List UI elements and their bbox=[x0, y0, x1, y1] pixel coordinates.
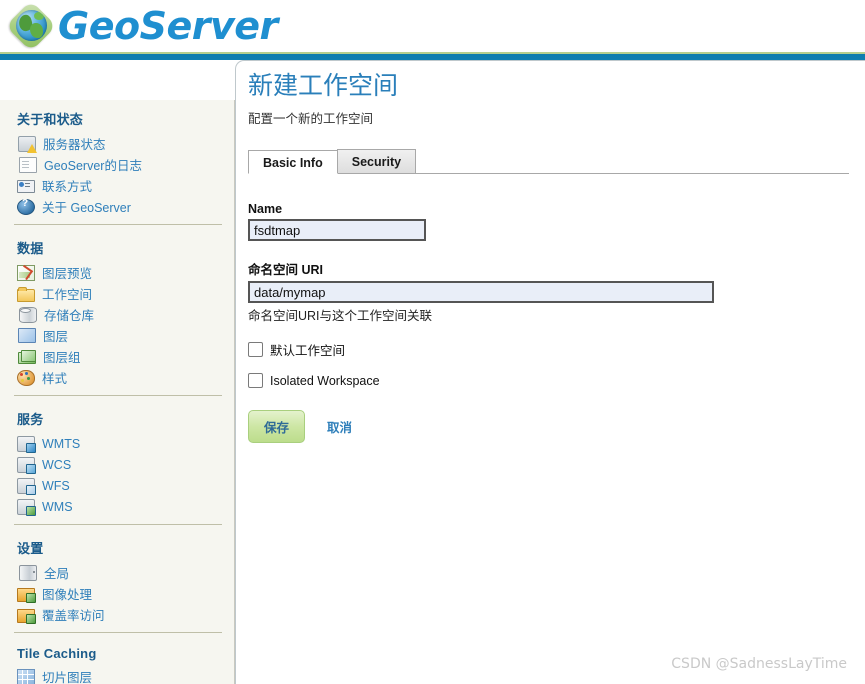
watermark: CSDN @SadnessLayTime bbox=[671, 656, 847, 672]
sidebar-item-label: 工作空间 bbox=[42, 288, 93, 302]
tab-bar: Basic Info Security bbox=[248, 149, 849, 175]
form-actions: 保存 取消 bbox=[248, 410, 848, 444]
sidebar-item-label: 联系方式 bbox=[42, 180, 93, 194]
default-workspace-checkbox[interactable] bbox=[248, 342, 263, 358]
sidebar-section-title: 设置 bbox=[17, 541, 44, 556]
sidebar-item-wmts[interactable]: WMTS bbox=[0, 433, 234, 454]
global-settings-icon bbox=[19, 564, 37, 581]
cancel-link[interactable]: 取消 bbox=[327, 417, 352, 436]
sidebar-item-image-processing[interactable]: 图像处理 bbox=[0, 583, 234, 604]
globe-icon bbox=[5, 0, 57, 52]
main-content-panel: 新建工作空间 配置一个新的工作空间 Basic Info Security Na… bbox=[235, 60, 865, 684]
sidebar-item-label: 覆盖率访问 bbox=[42, 609, 105, 623]
isolated-workspace-label: Isolated Workspace bbox=[270, 373, 380, 388]
sidebar-item-tile-layers[interactable]: 切片图层 bbox=[0, 666, 234, 684]
sidebar-item-label: GeoServer的日志 bbox=[44, 159, 142, 173]
brand-title: GeoServer bbox=[58, 4, 278, 48]
palette-icon bbox=[17, 369, 35, 386]
sidebar-item-layers[interactable]: 图层 bbox=[0, 325, 234, 346]
sidebar-item-label: 图层预览 bbox=[42, 267, 93, 281]
save-button[interactable]: 保存 bbox=[248, 410, 306, 444]
sidebar-separator bbox=[14, 395, 222, 396]
sidebar-section-settings: 设置 全局 图像处理 覆盖率访问 bbox=[0, 529, 234, 625]
layer-group-icon bbox=[18, 350, 36, 364]
service-wmts-icon bbox=[17, 435, 36, 453]
tile-layers-icon bbox=[17, 668, 35, 684]
sidebar-item-about-geoserver[interactable]: 关于 GeoServer bbox=[0, 196, 234, 217]
sidebar-item-label: WFS bbox=[42, 478, 70, 493]
sidebar-item-label: 样式 bbox=[42, 372, 68, 386]
sidebar-section-title: 服务 bbox=[17, 412, 44, 427]
sidebar-item-label: 切片图层 bbox=[42, 671, 93, 684]
sidebar-item-coverage-access[interactable]: 覆盖率访问 bbox=[0, 604, 234, 625]
sidebar-item-label: 图层组 bbox=[43, 351, 81, 365]
coverage-access-icon bbox=[17, 608, 36, 624]
service-wms-icon bbox=[17, 498, 36, 516]
uri-help-text: 命名空间URI与这个工作空间关联 bbox=[248, 309, 433, 324]
sidebar-item-geoserver-logs[interactable]: GeoServer的日志 bbox=[0, 154, 234, 175]
app-header: GeoServer bbox=[0, 0, 865, 60]
sidebar-separator bbox=[14, 632, 222, 633]
sidebar-section-title: 数据 bbox=[17, 241, 44, 256]
sidebar-section-tile-caching: Tile Caching 切片图层 Caching Defaults 网格集 D… bbox=[0, 637, 234, 684]
sidebar-item-contact[interactable]: 联系方式 bbox=[0, 175, 234, 196]
sidebar-item-label: WMS bbox=[42, 499, 73, 514]
tab-basic-info[interactable]: Basic Info bbox=[248, 150, 338, 175]
namespace-uri-input[interactable] bbox=[248, 281, 714, 304]
about-info-icon bbox=[17, 198, 35, 215]
contact-card-icon bbox=[17, 180, 35, 193]
isolated-workspace-row[interactable]: Isolated Workspace bbox=[248, 373, 848, 389]
sidebar-section-services: 服务 WMTS WCS WFS WMS bbox=[0, 400, 234, 517]
page-subtitle: 配置一个新的工作空间 bbox=[248, 112, 374, 127]
sidebar-section-title: 关于和状态 bbox=[17, 112, 84, 127]
sidebar-item-label: WCS bbox=[42, 457, 72, 472]
sidebar-item-label: 全局 bbox=[44, 567, 70, 581]
sidebar-item-styles[interactable]: 样式 bbox=[0, 367, 234, 388]
folder-icon bbox=[17, 286, 35, 302]
sidebar-separator bbox=[14, 224, 222, 225]
sidebar-item-global[interactable]: 全局 bbox=[0, 562, 234, 583]
sidebar-section-about-status: 关于和状态 服务器状态 GeoServer的日志 联系方式 关于 GeoServ… bbox=[0, 100, 234, 217]
service-wfs-icon bbox=[17, 477, 36, 495]
layer-icon bbox=[18, 328, 36, 343]
sidebar-item-layer-preview[interactable]: 图层预览 bbox=[0, 262, 234, 283]
datastore-icon bbox=[19, 306, 37, 323]
sidebar-item-label: 图像处理 bbox=[42, 588, 93, 602]
sidebar-item-workspaces[interactable]: 工作空间 bbox=[0, 283, 234, 304]
sidebar-item-wcs[interactable]: WCS bbox=[0, 454, 234, 475]
uri-label: 命名空间 URI bbox=[248, 263, 324, 278]
image-processing-icon bbox=[17, 587, 36, 603]
sidebar-item-server-status[interactable]: 服务器状态 bbox=[0, 133, 234, 154]
sidebar-item-stores[interactable]: 存储仓库 bbox=[0, 304, 234, 325]
document-icon bbox=[19, 156, 37, 173]
default-workspace-label: 默认工作空间 bbox=[270, 344, 346, 359]
tab-security[interactable]: Security bbox=[336, 149, 417, 174]
sidebar-item-label: 图层 bbox=[43, 330, 69, 344]
sidebar-section-data: 数据 图层预览 工作空间 存储仓库 图层 图层组 样式 bbox=[0, 229, 234, 388]
sidebar-item-label: 服务器状态 bbox=[43, 138, 106, 152]
sidebar-item-label: WMTS bbox=[42, 436, 81, 451]
sidebar-item-layer-groups[interactable]: 图层组 bbox=[0, 346, 234, 367]
server-status-icon bbox=[18, 135, 37, 153]
name-label: Name bbox=[248, 202, 283, 217]
default-workspace-row[interactable]: 默认工作空间 bbox=[248, 340, 848, 359]
sidebar: 关于和状态 服务器状态 GeoServer的日志 联系方式 关于 GeoServ… bbox=[0, 100, 235, 684]
layer-preview-icon bbox=[17, 264, 35, 281]
isolated-workspace-checkbox[interactable] bbox=[248, 373, 263, 389]
sidebar-item-label: 存储仓库 bbox=[44, 309, 95, 323]
sidebar-item-wms[interactable]: WMS bbox=[0, 496, 234, 517]
workspace-form: Name 命名空间 URI 命名空间URI与这个工作空间关联 默认工作空间 Is… bbox=[248, 174, 848, 444]
sidebar-section-title: Tile Caching bbox=[17, 646, 97, 661]
service-wcs-icon bbox=[17, 456, 36, 474]
name-input[interactable] bbox=[248, 219, 426, 242]
sidebar-item-label: 关于 GeoServer bbox=[42, 201, 131, 215]
logo-area[interactable]: GeoServer bbox=[0, 0, 278, 52]
sidebar-separator bbox=[14, 524, 222, 525]
page-title: 新建工作空间 bbox=[248, 72, 399, 100]
sidebar-item-wfs[interactable]: WFS bbox=[0, 475, 234, 496]
